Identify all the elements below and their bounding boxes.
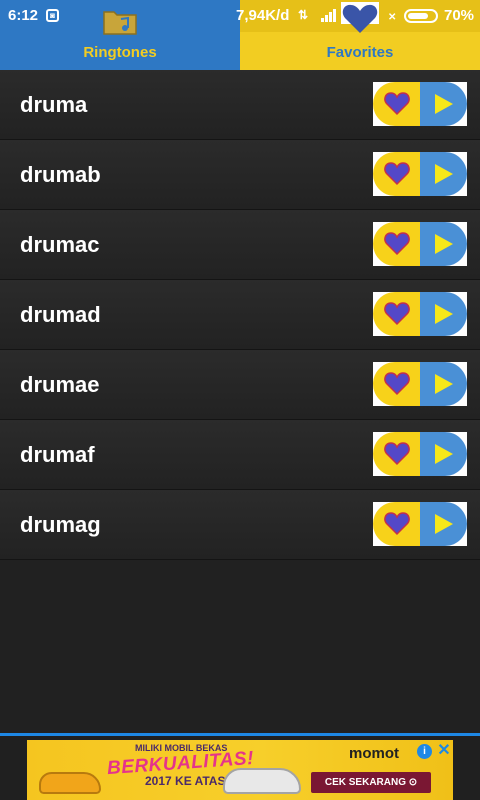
list-item[interactable]: drumag	[0, 490, 480, 560]
ringtone-name: drumae	[20, 372, 100, 397]
ringtone-name: drumad	[20, 302, 101, 327]
music-folder-icon	[103, 11, 137, 35]
heart-icon	[384, 162, 410, 186]
play-icon	[435, 234, 453, 254]
status-time: 6:12	[8, 7, 39, 24]
ad-close-icon[interactable]: ✕	[436, 742, 452, 760]
play-icon	[435, 374, 453, 394]
heart-icon	[384, 92, 410, 116]
play-button[interactable]	[420, 292, 467, 336]
signal-icon	[321, 9, 339, 22]
play-button[interactable]	[420, 432, 467, 476]
ad-banner[interactable]: MILIKI MOBIL BEKAS BERKUALITAS! 2017 KE …	[27, 740, 453, 800]
play-button[interactable]	[420, 82, 467, 126]
play-icon	[435, 304, 453, 324]
favorite-button[interactable]	[373, 432, 420, 476]
car-image	[223, 768, 301, 794]
battery-icon	[404, 9, 438, 23]
action-buttons	[373, 82, 467, 126]
status-battery: 70%	[444, 7, 475, 24]
tab-favorites-label: Favorites	[326, 44, 394, 61]
ad-year-text: 2017 KE ATAS!	[145, 774, 230, 788]
tab-ringtones[interactable]: Ringtones	[0, 11, 240, 70]
no-signal-icon: ✕	[388, 12, 397, 23]
ringtone-name: drumaf	[20, 442, 95, 467]
list-item[interactable]: druma	[0, 70, 480, 140]
favorite-button[interactable]	[373, 222, 420, 266]
play-button[interactable]	[420, 502, 467, 546]
list-item[interactable]: drumab	[0, 140, 480, 210]
ringtone-name: druma	[20, 92, 88, 117]
list-item[interactable]: drumac	[0, 210, 480, 280]
tab-bar: Ringtones Favorites	[0, 11, 480, 70]
ad-info-icon[interactable]: i	[417, 744, 432, 759]
favorite-button[interactable]	[373, 152, 420, 196]
play-icon	[435, 94, 453, 114]
data-transfer-icon: ⇅	[298, 8, 309, 22]
heart-icon	[384, 302, 410, 326]
ringtone-name: drumag	[20, 512, 101, 537]
play-button[interactable]	[420, 362, 467, 406]
ringtone-name: drumab	[20, 162, 101, 187]
action-buttons	[373, 292, 467, 336]
list-item[interactable]: drumad	[0, 280, 480, 350]
play-icon	[435, 164, 453, 184]
play-icon	[435, 514, 453, 534]
list-item[interactable]: drumaf	[0, 420, 480, 490]
heart-icon	[384, 372, 410, 396]
ad-brand: momot	[349, 745, 399, 762]
status-bar: 6:12 ◙ 7,94K/d ⇅ H+ ✕ 70%	[0, 0, 480, 32]
favorite-button[interactable]	[373, 502, 420, 546]
play-button[interactable]	[420, 222, 467, 266]
action-buttons	[373, 222, 467, 266]
action-buttons	[373, 432, 467, 476]
heart-icon	[341, 2, 379, 34]
heart-icon	[384, 512, 410, 536]
ringtone-name: drumac	[20, 232, 100, 257]
favorite-button[interactable]	[373, 82, 420, 126]
play-icon	[435, 444, 453, 464]
play-button[interactable]	[420, 152, 467, 196]
car-image	[39, 772, 101, 794]
heart-icon	[384, 442, 410, 466]
tab-ringtones-label: Ringtones	[83, 44, 157, 61]
ad-cta-button[interactable]: CEK SEKARANG ⊙	[311, 772, 431, 793]
tab-favorites[interactable]: Favorites	[240, 32, 480, 70]
ad-bar: MILIKI MOBIL BEKAS BERKUALITAS! 2017 KE …	[0, 733, 480, 800]
status-net-speed: 7,94K/d	[236, 7, 290, 24]
android-debug-icon: ◙	[46, 9, 59, 22]
action-buttons	[373, 152, 467, 196]
list-item[interactable]: drumae	[0, 350, 480, 420]
favorite-button[interactable]	[373, 362, 420, 406]
ringtone-list: druma drumab drumac drumad drumae drumaf…	[0, 70, 480, 560]
favorite-button[interactable]	[373, 292, 420, 336]
heart-icon	[384, 232, 410, 256]
action-buttons	[373, 502, 467, 546]
action-buttons	[373, 362, 467, 406]
